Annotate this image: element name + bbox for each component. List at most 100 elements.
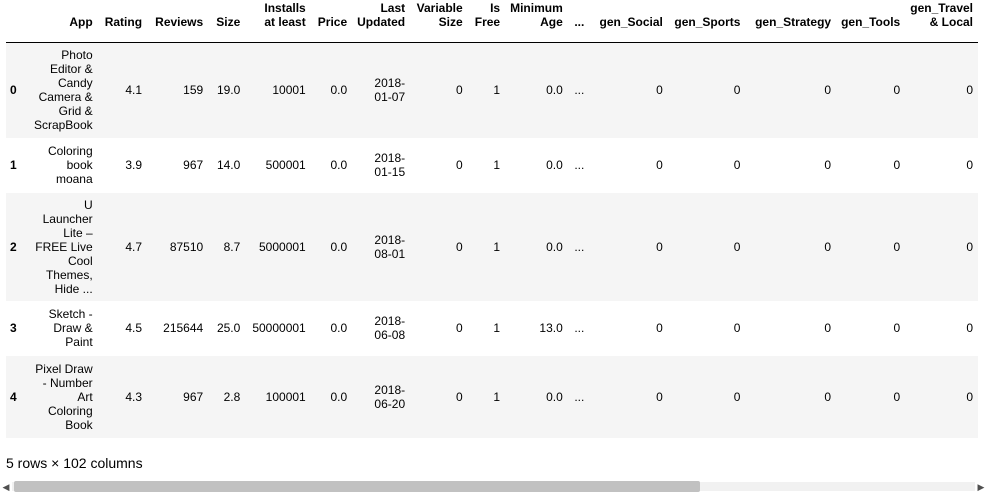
cell-installs: 5000001 [259, 239, 306, 254]
cell-minimum-age: 13.0 [539, 321, 563, 335]
cell-rating: 4.7 [125, 239, 143, 254]
cell-ellipsis: ... [574, 158, 585, 172]
cell-variable-size: 0 [456, 321, 463, 335]
cell-size: 2.8 [223, 389, 241, 404]
table-row: 3 Sketch - Draw & Paint 4.5 215644 25.0 50… [6, 300, 978, 356]
cell-gen-tools: 0 [893, 239, 901, 254]
cell-installs: 500001 [265, 158, 306, 172]
cell-app: Pixel Draw - Number Art Coloring Book [35, 361, 93, 432]
cell-price: 0.0 [330, 239, 348, 254]
cell-ellipsis: ... [574, 321, 585, 335]
row-index: 2 [10, 239, 17, 254]
cell-gen-travel-local: 0 [966, 239, 973, 254]
cell-rating: 3.9 [125, 158, 143, 172]
row-index: 1 [10, 158, 17, 172]
cell-gen-strategy: 0 [824, 321, 832, 335]
header-index [6, 0, 25, 43]
cell-variable-size: 0 [456, 158, 463, 172]
cell-last-updated: 2018- 01-15 [374, 151, 406, 179]
cell-installs: 50000001 [252, 321, 306, 335]
header-minimum-age: Minimum Age [510, 1, 563, 29]
dataframe-shape-summary: 5 rows × 102 columns [6, 455, 143, 471]
header-gen-sports: gen_Sports [674, 15, 741, 29]
cell-app: Sketch - Draw & Paint [48, 307, 93, 349]
cell-installs: 10001 [272, 83, 306, 98]
cell-gen-travel-local: 0 [966, 158, 973, 172]
cell-ellipsis: ... [574, 239, 585, 254]
cell-gen-travel-local: 0 [966, 321, 973, 335]
cell-size: 19.0 [216, 83, 241, 98]
scroll-left-arrow-icon[interactable]: ◀ [0, 479, 12, 495]
cell-minimum-age: 0.0 [546, 389, 563, 404]
cell-gen-sports: 0 [733, 321, 741, 335]
cell-last-updated: 2018- 06-08 [374, 314, 406, 342]
cell-is-free: 1 [493, 158, 501, 172]
cell-gen-tools: 0 [893, 321, 901, 335]
cell-app: Photo Editor & Candy Camera & Grid & ScrapBoo… [33, 48, 93, 133]
cell-rating: 4.3 [125, 389, 143, 404]
table-row: 2 U Launcher Lite – FREE Live Cool Themes, Hid… [6, 192, 978, 301]
table-header-row: App Rating Reviews Size Installs at least… [6, 0, 978, 43]
cell-reviews: 159 [183, 83, 204, 98]
row-index: 3 [10, 321, 17, 335]
cell-variable-size: 0 [456, 83, 463, 98]
cell-gen-social: 0 [656, 83, 663, 98]
cell-price: 0.0 [330, 321, 348, 335]
row-index: 0 [10, 83, 17, 98]
cell-minimum-age: 0.0 [546, 239, 563, 254]
table-row: 1 Coloring book moana 3.9 967 14.0 500001 … [6, 137, 978, 193]
cell-minimum-age: 0.0 [546, 83, 563, 98]
cell-gen-social: 0 [656, 239, 663, 254]
scrollbar-thumb[interactable] [14, 481, 700, 492]
cell-gen-social: 0 [656, 158, 663, 172]
cell-reviews: 967 [183, 158, 204, 172]
cell-gen-sports: 0 [733, 158, 741, 172]
cell-gen-travel-local: 0 [966, 83, 973, 98]
row-index: 4 [10, 389, 17, 404]
cell-price: 0.0 [330, 158, 348, 172]
cell-last-updated: 2018- 01-07 [374, 76, 406, 105]
dataframe-table: App Rating Reviews Size Installs at least… [6, 0, 978, 438]
header-gen-travel-local: gen_Travel & Local [910, 1, 973, 29]
cell-gen-travel-local: 0 [966, 389, 973, 404]
header-gen-tools: gen_Tools [841, 15, 901, 29]
header-ellipsis: ... [574, 15, 585, 29]
cell-reviews: 967 [183, 389, 204, 404]
table-row: 4 Pixel Draw - Number Art Coloring Book 4.3 … [6, 355, 978, 438]
cell-gen-tools: 0 [893, 158, 901, 172]
cell-gen-strategy: 0 [824, 389, 832, 404]
cell-ellipsis: ... [574, 83, 585, 98]
cell-gen-social: 0 [656, 321, 663, 335]
header-rating: Rating [104, 15, 143, 29]
header-last-updated: Last Updated [357, 1, 406, 29]
cell-variable-size: 0 [456, 389, 463, 404]
cell-gen-strategy: 0 [824, 83, 832, 98]
cell-rating: 4.5 [125, 321, 143, 335]
cell-is-free: 1 [493, 83, 501, 98]
cell-is-free: 1 [493, 389, 501, 404]
cell-last-updated: 2018- 06-20 [374, 382, 406, 411]
dataframe-table-wrapper: App Rating Reviews Size Installs at least… [6, 0, 978, 440]
cell-gen-strategy: 0 [824, 158, 832, 172]
table-row: 0 Photo Editor & Candy Camera & Grid & ScrapB… [6, 42, 978, 138]
header-is-free: Is Free [474, 1, 501, 29]
cell-last-updated: 2018- 08-01 [374, 232, 406, 261]
cell-gen-tools: 0 [893, 389, 901, 404]
cell-price: 0.0 [330, 389, 348, 404]
cell-is-free: 1 [493, 239, 501, 254]
cell-ellipsis: ... [574, 389, 585, 404]
header-variable-size: Variable Size [416, 1, 463, 29]
cell-rating: 4.1 [125, 83, 143, 98]
cell-variable-size: 0 [456, 239, 463, 254]
header-reviews: Reviews [155, 15, 204, 29]
cell-size: 25.0 [216, 321, 241, 335]
scroll-right-arrow-icon[interactable]: ▶ [975, 479, 987, 495]
header-gen-social: gen_Social [599, 15, 663, 29]
horizontal-scrollbar[interactable]: ◀ ▶ [0, 479, 987, 495]
cell-gen-strategy: 0 [824, 239, 832, 254]
cell-gen-social: 0 [656, 389, 663, 404]
cell-gen-sports: 0 [733, 83, 741, 98]
header-gen-strategy: gen_Strategy [755, 15, 832, 29]
cell-size: 14.0 [216, 158, 241, 172]
header-size: Size [216, 15, 241, 29]
